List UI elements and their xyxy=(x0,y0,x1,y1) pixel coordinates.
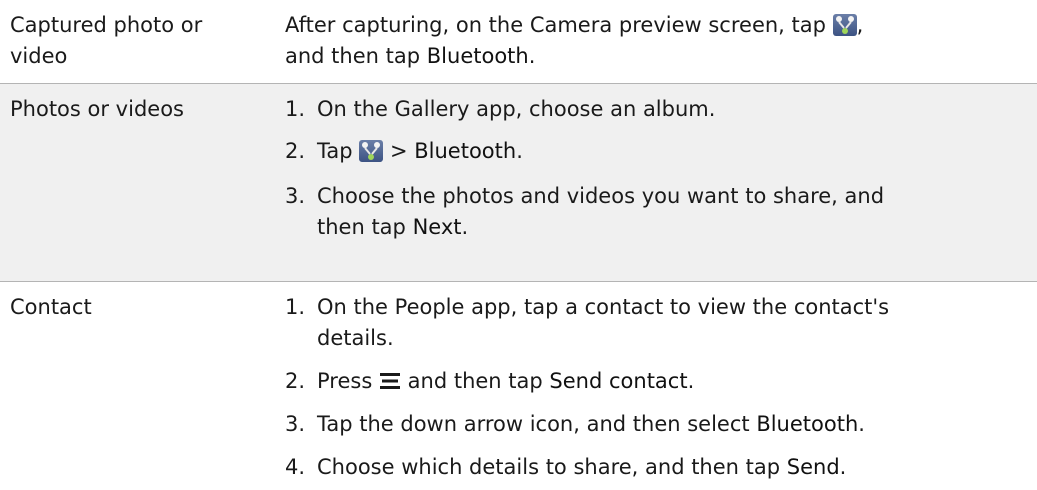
step-text-post: . xyxy=(516,139,523,163)
step-text-line2: details. xyxy=(317,326,394,350)
step-number: 1. xyxy=(285,295,306,319)
step-number: 2. xyxy=(285,369,306,393)
menu-icon xyxy=(379,368,401,389)
row-label: Photos or videos xyxy=(10,97,184,121)
desc-line1: After capturing, on the Camera preview s… xyxy=(285,10,1030,41)
share-icon xyxy=(359,140,384,162)
row-description: After capturing, on the Camera preview s… xyxy=(285,10,1030,72)
desc-comma: , xyxy=(856,13,864,37)
step-text-post: . xyxy=(687,369,695,393)
desc-text: and then tap xyxy=(285,44,421,68)
step-text-mid: and then tap xyxy=(407,369,543,393)
row-label: Contact xyxy=(10,295,92,319)
step-number: 2. xyxy=(285,139,306,163)
table-row-photos: Photos or videos 1. On the Gallery app, … xyxy=(0,84,1037,281)
desc-period: . xyxy=(528,44,536,68)
row-label-line2: video xyxy=(10,44,68,68)
step-text-pre: then tap xyxy=(317,215,406,239)
step-text: On the People app, tap a contact to view… xyxy=(317,292,1032,354)
step-text: Press and then tap Send contact. xyxy=(317,366,1032,397)
step-text: Tap > Bluetooth. xyxy=(317,136,1032,167)
table-row-contact: Contact 1. On the People app, tap a cont… xyxy=(0,282,1037,490)
bluetooth-term: Bluetooth xyxy=(756,412,859,436)
next-term: Next xyxy=(412,215,462,239)
step-text-pre: Press xyxy=(317,369,373,393)
step-text-line1: Choose the photos and videos you want to… xyxy=(317,184,885,208)
bluetooth-term: Bluetooth xyxy=(426,44,529,68)
step-text: Choose the photos and videos you want to… xyxy=(317,181,1032,243)
step-text: Choose which details to share, and then … xyxy=(317,452,1032,483)
step-number: 4. xyxy=(285,455,306,479)
send-term: Send xyxy=(786,455,840,479)
table-row-captured: Captured photo or video After capturing,… xyxy=(0,0,1037,82)
step-text-line2: then tap Next. xyxy=(317,212,1032,243)
step-text-pre: Tap the down arrow icon, and then select xyxy=(317,412,750,436)
row-label: Captured photo or video xyxy=(10,10,280,72)
step-text-post: . xyxy=(839,455,847,479)
step-text: On the Gallery app, choose an album. xyxy=(317,97,716,121)
step-text-pre: Choose which details to share, and then … xyxy=(317,455,781,479)
step-number: 3. xyxy=(285,412,306,436)
step-number: 1. xyxy=(285,97,306,121)
desc-line2: and then tap Bluetooth. xyxy=(285,41,1030,72)
step-text: Tap the down arrow icon, and then select… xyxy=(317,409,1032,440)
step-text-pre: Tap xyxy=(317,139,353,163)
step-text-line1: On the People app, tap a contact to view… xyxy=(317,295,890,319)
share-icon xyxy=(832,14,857,36)
step-number: 3. xyxy=(285,184,306,208)
send-contact-term: Send contact xyxy=(549,369,688,393)
bluetooth-term: Bluetooth xyxy=(414,139,517,163)
desc-text: After capturing, on the Camera preview s… xyxy=(285,13,826,37)
step-text-post: . xyxy=(858,412,865,436)
step-text-mid: > xyxy=(389,139,408,163)
step-text-post: . xyxy=(461,215,469,239)
row-label-line1: Captured photo or xyxy=(10,13,203,37)
